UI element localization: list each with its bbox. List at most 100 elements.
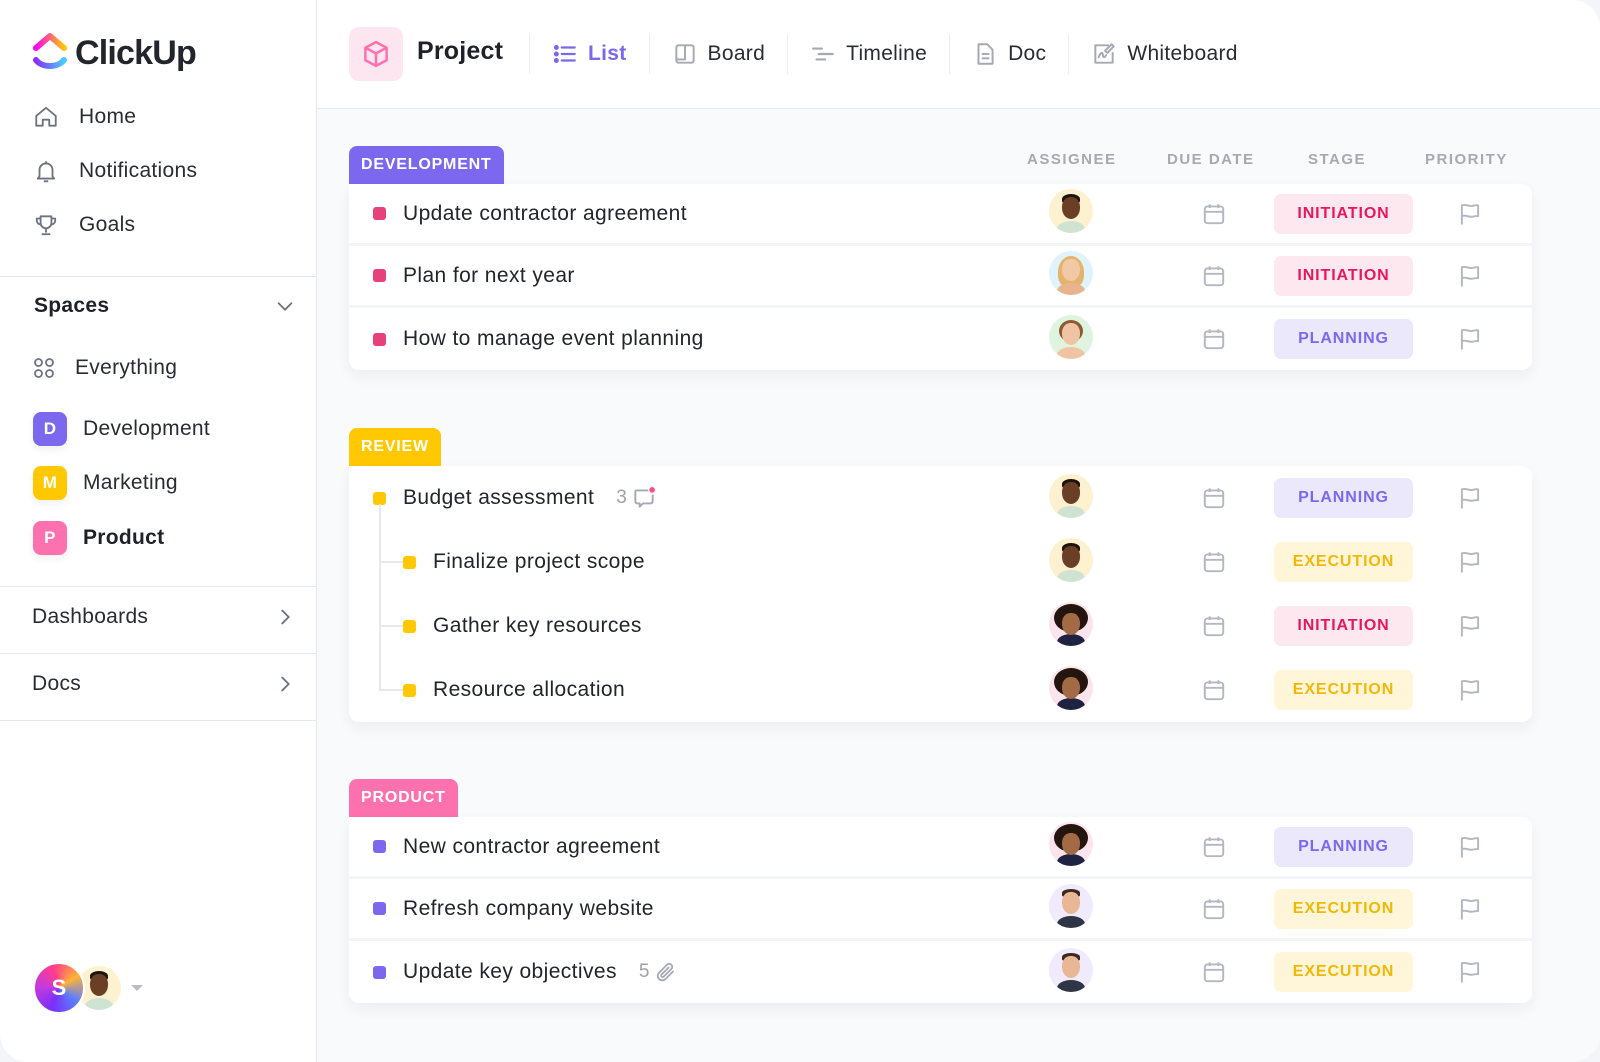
- assignee-cell[interactable]: [1049, 822, 1093, 871]
- sidebar-item-everything[interactable]: Everything: [33, 356, 177, 380]
- due-date-button[interactable]: [1201, 263, 1227, 289]
- task-status-dot[interactable]: [403, 619, 416, 633]
- priority-button[interactable]: [1457, 326, 1483, 352]
- priority-button[interactable]: [1457, 677, 1483, 703]
- user-initial: S: [51, 975, 67, 1000]
- spaces-toggle[interactable]: Spaces: [34, 294, 296, 318]
- task-row[interactable]: New contractor agreement PLANNING: [349, 817, 1532, 879]
- task-status-dot[interactable]: [403, 683, 416, 697]
- group-tag-review[interactable]: REVIEW: [349, 428, 441, 466]
- assignee-cell[interactable]: [1049, 947, 1093, 997]
- stage-pill[interactable]: PLANNING: [1274, 319, 1413, 359]
- stage-pill[interactable]: EXECUTION: [1274, 542, 1413, 582]
- task-status-dot[interactable]: [373, 207, 386, 220]
- sidebar-item-goals[interactable]: Goals: [33, 212, 135, 238]
- sidebar-item-dashboards[interactable]: Dashboards: [32, 605, 296, 629]
- priority-button[interactable]: [1457, 613, 1483, 639]
- column-header-stage[interactable]: STAGE: [1308, 151, 1366, 168]
- sidebar-item-docs[interactable]: Docs: [32, 672, 296, 696]
- column-header-due-date[interactable]: DUE DATE: [1167, 151, 1255, 168]
- task-name[interactable]: Budget assessment 3: [403, 485, 657, 511]
- tab-label: List: [588, 42, 627, 65]
- column-header-assignee[interactable]: ASSIGNEE: [1027, 151, 1117, 168]
- task-name[interactable]: Finalize project scope: [433, 550, 645, 574]
- tab-timeline[interactable]: Timeline: [787, 34, 949, 74]
- clickup-logo[interactable]: ClickUp: [33, 32, 197, 74]
- priority-button[interactable]: [1457, 896, 1483, 922]
- tab-whiteboard[interactable]: Whiteboard: [1068, 34, 1259, 74]
- due-date-button[interactable]: [1201, 326, 1227, 352]
- task-row[interactable]: Update contractor agreement INITIATION: [349, 184, 1532, 246]
- task-name[interactable]: Refresh company website: [403, 897, 654, 921]
- task-status-dot[interactable]: [373, 269, 386, 282]
- stage-pill[interactable]: EXECUTION: [1274, 670, 1413, 710]
- stage-pill[interactable]: INITIATION: [1274, 606, 1413, 646]
- group-tag-development[interactable]: DEVELOPMENT: [349, 146, 504, 184]
- sidebar-item-home[interactable]: Home: [33, 104, 136, 130]
- comment-count[interactable]: 3: [616, 485, 657, 511]
- due-date-button[interactable]: [1201, 613, 1227, 639]
- group-tag-product[interactable]: PRODUCT: [349, 779, 458, 817]
- task-name[interactable]: Plan for next year: [403, 264, 575, 288]
- sidebar-space-development[interactable]: D Development: [33, 412, 210, 446]
- sidebar-space-product[interactable]: P Product: [33, 521, 164, 555]
- task-name[interactable]: Resource allocation: [433, 678, 625, 702]
- tab-list[interactable]: List: [529, 34, 649, 74]
- task-status-dot[interactable]: [373, 840, 386, 853]
- sidebar-space-marketing[interactable]: M Marketing: [33, 466, 178, 500]
- stage-pill[interactable]: INITIATION: [1274, 255, 1413, 296]
- priority-button[interactable]: [1457, 959, 1483, 985]
- assignee-avatar: [1049, 537, 1093, 582]
- task-row[interactable]: Budget assessment 3 PLANNING: [349, 466, 1532, 530]
- attachment-count[interactable]: 5: [639, 960, 678, 984]
- priority-button[interactable]: [1457, 201, 1483, 227]
- assignee-cell[interactable]: [1049, 189, 1093, 238]
- task-name[interactable]: How to manage event planning: [403, 327, 704, 351]
- assignee-cell[interactable]: [1049, 251, 1093, 300]
- task-name[interactable]: Gather key resources: [433, 614, 642, 638]
- task-row[interactable]: Plan for next year INITIATION: [349, 246, 1532, 308]
- due-date-button[interactable]: [1201, 896, 1227, 922]
- assignee-cell[interactable]: [1049, 601, 1093, 651]
- stage-pill[interactable]: PLANNING: [1274, 826, 1413, 867]
- stage-pill[interactable]: PLANNING: [1274, 478, 1413, 518]
- task-row[interactable]: Resource allocation EXECUTION: [349, 658, 1532, 722]
- task-status-dot[interactable]: [373, 491, 386, 505]
- stage-pill[interactable]: EXECUTION: [1274, 888, 1413, 929]
- assignee-cell[interactable]: [1049, 884, 1093, 933]
- assignee-cell[interactable]: [1049, 314, 1093, 364]
- task-status-dot[interactable]: [403, 555, 416, 569]
- due-date-button[interactable]: [1201, 201, 1227, 227]
- priority-button[interactable]: [1457, 549, 1483, 575]
- stage-pill[interactable]: EXECUTION: [1274, 952, 1413, 992]
- stage-pill[interactable]: INITIATION: [1274, 193, 1413, 234]
- task-row[interactable]: Gather key resources INITIATION: [349, 594, 1532, 658]
- column-header-priority[interactable]: PRIORITY: [1425, 151, 1508, 168]
- due-date-button[interactable]: [1201, 834, 1227, 860]
- task-row[interactable]: Finalize project scope EXECUTION: [349, 530, 1532, 594]
- flag-icon: [1460, 679, 1480, 701]
- priority-button[interactable]: [1457, 263, 1483, 289]
- due-date-button[interactable]: [1201, 549, 1227, 575]
- task-name[interactable]: Update key objectives 5: [403, 960, 678, 984]
- task-status-dot[interactable]: [373, 965, 386, 979]
- task-name[interactable]: Update contractor agreement: [403, 202, 687, 226]
- assignee-cell[interactable]: [1049, 473, 1093, 523]
- sidebar-item-notifications[interactable]: Notifications: [33, 158, 197, 184]
- priority-button[interactable]: [1457, 485, 1483, 511]
- priority-button[interactable]: [1457, 834, 1483, 860]
- task-status-dot[interactable]: [373, 332, 386, 346]
- assignee-cell[interactable]: [1049, 537, 1093, 587]
- due-date-button[interactable]: [1201, 677, 1227, 703]
- due-date-button[interactable]: [1201, 485, 1227, 511]
- task-row[interactable]: How to manage event planning PLANNING: [349, 308, 1532, 370]
- tab-doc[interactable]: Doc: [949, 34, 1068, 74]
- user-menu[interactable]: S: [33, 962, 143, 1014]
- task-row[interactable]: Update key objectives 5 EXECUTION: [349, 941, 1532, 1003]
- task-status-dot[interactable]: [373, 902, 386, 915]
- tab-board[interactable]: Board: [648, 34, 788, 74]
- task-row[interactable]: Refresh company website EXECUTION: [349, 879, 1532, 941]
- task-name[interactable]: New contractor agreement: [403, 835, 660, 859]
- due-date-button[interactable]: [1201, 959, 1227, 985]
- assignee-cell[interactable]: [1049, 665, 1093, 715]
